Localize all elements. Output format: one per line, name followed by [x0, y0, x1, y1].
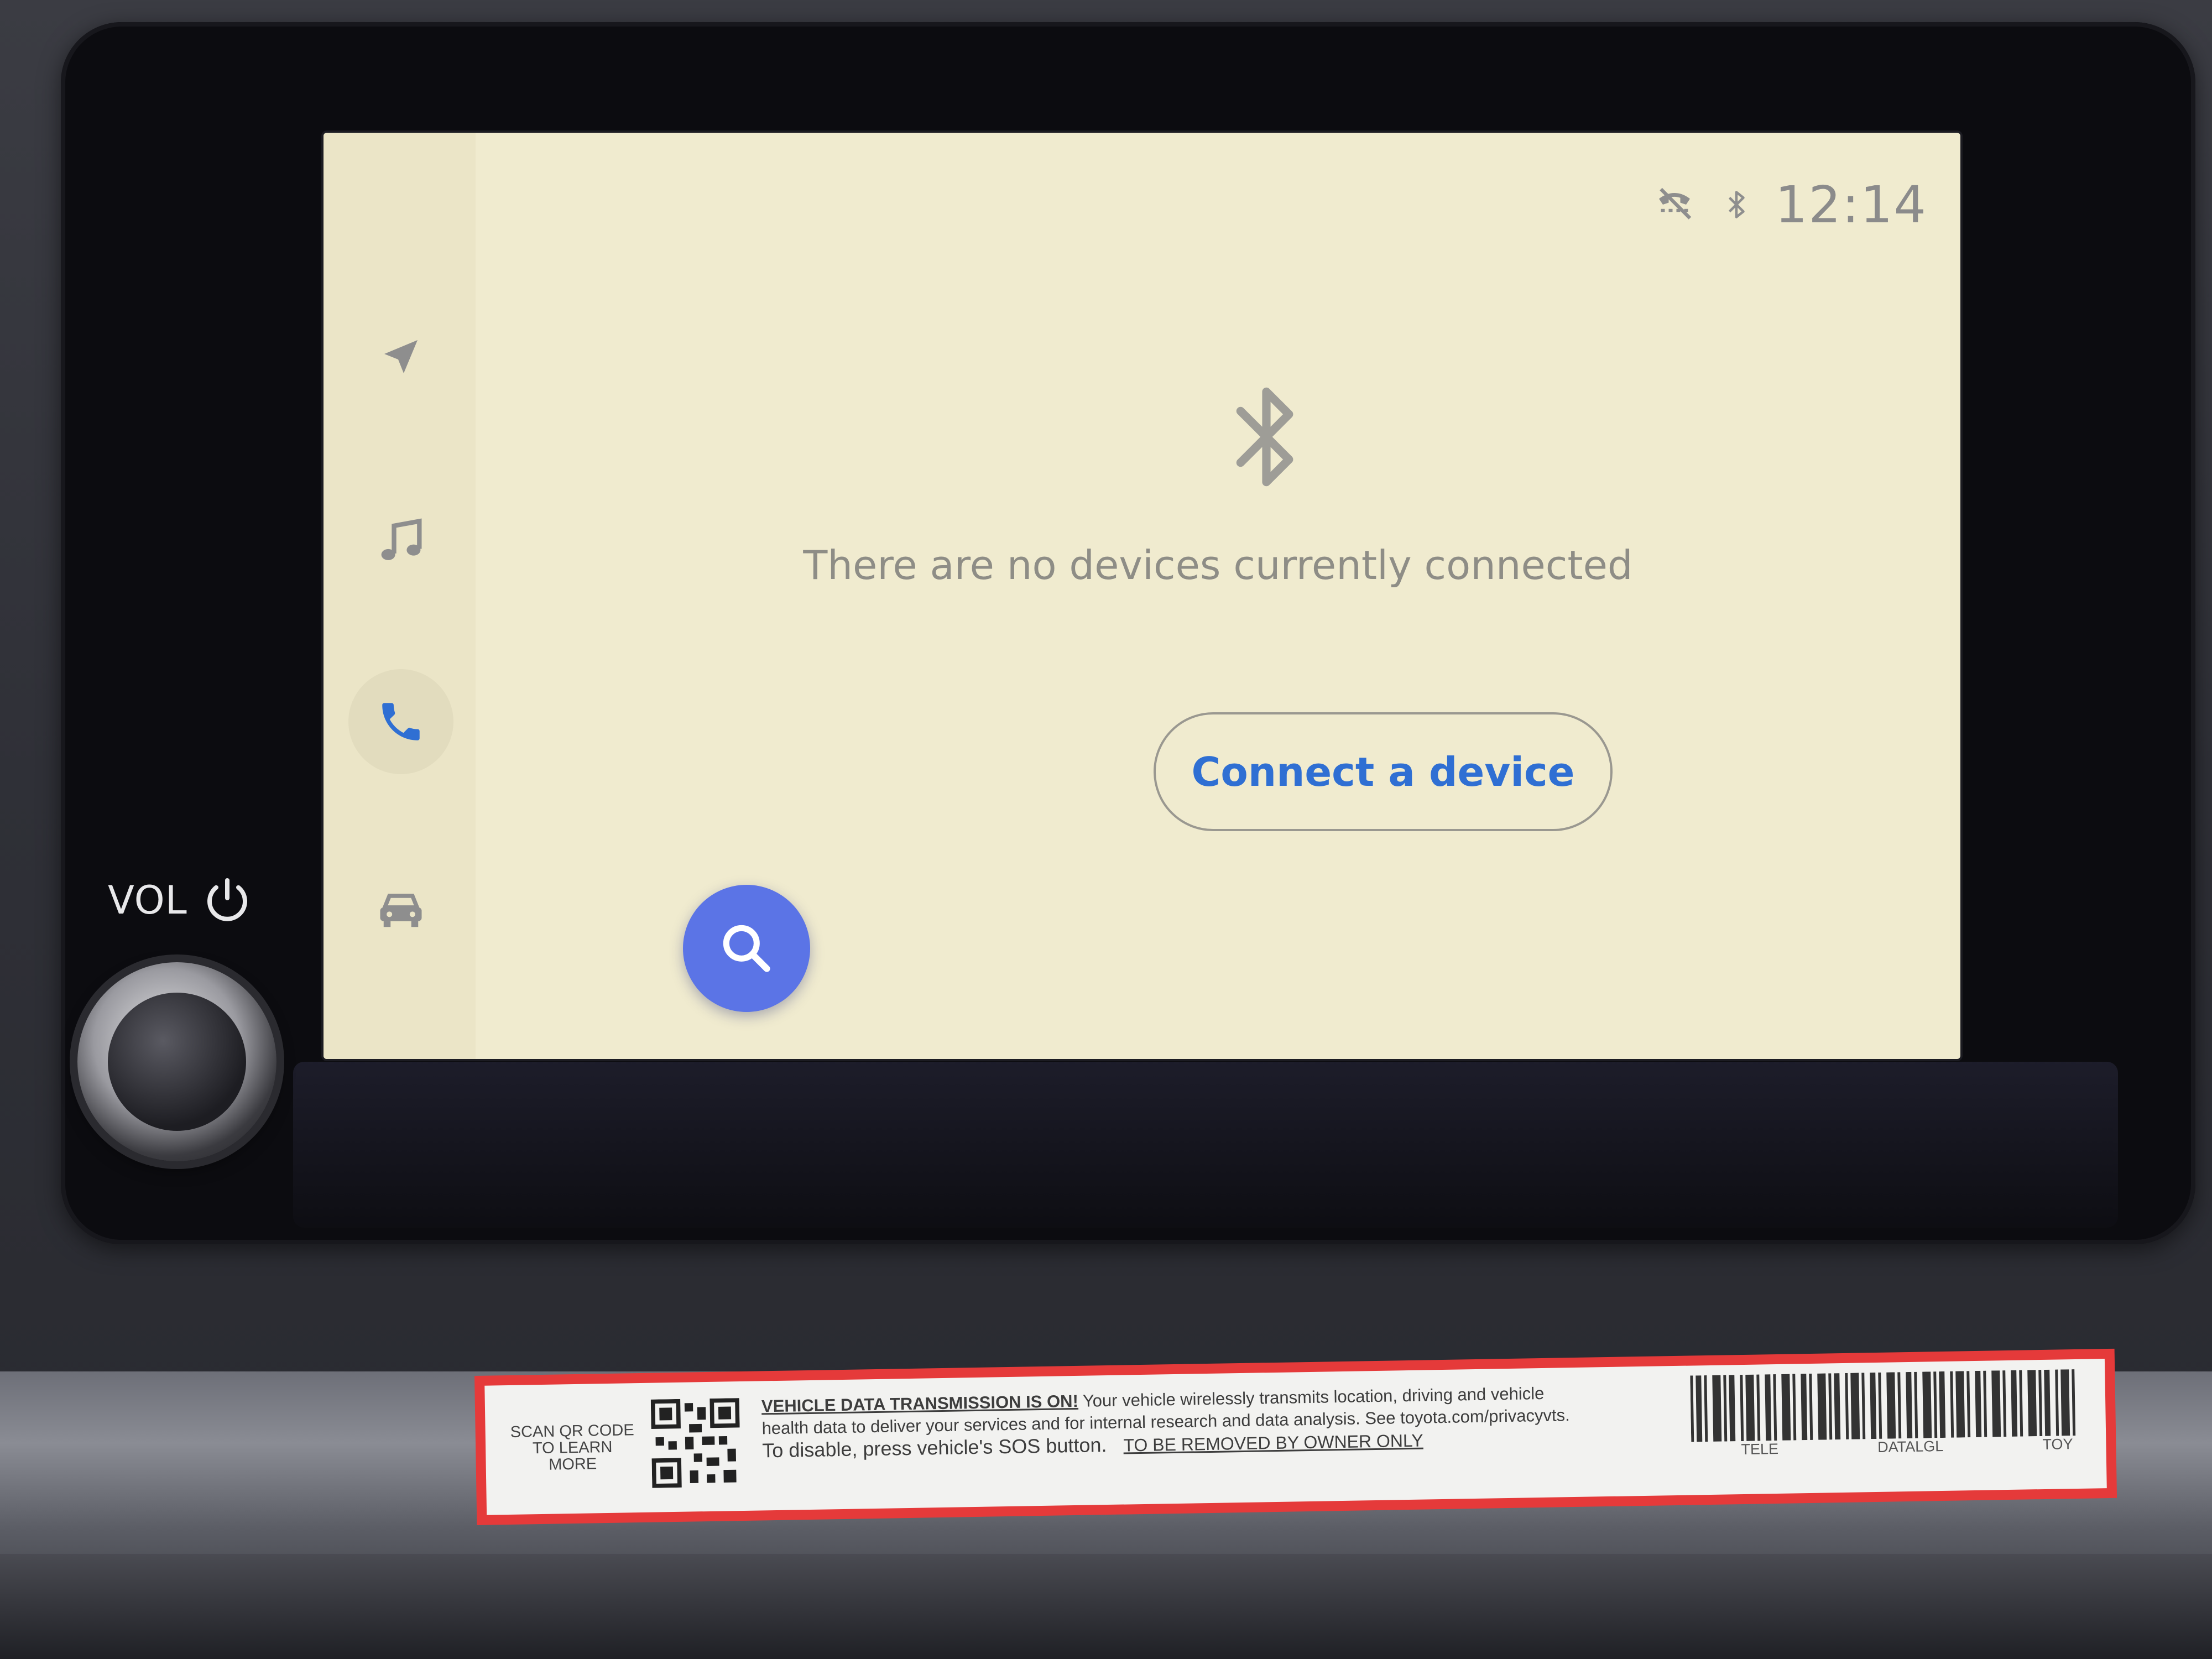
scan-qr-label: SCAN QR CODE TO LEARN MORE	[508, 1421, 636, 1474]
car-icon	[380, 894, 422, 927]
barcode-label-datalgl: DATALGL	[1877, 1437, 1944, 1455]
volume-knob[interactable]	[77, 962, 276, 1161]
scan-line-1: SCAN QR CODE	[510, 1421, 634, 1441]
main-content: There are no devices currently connected…	[476, 133, 1960, 1059]
data-transmission-sticker: SCAN QR CODE TO LEARN MORE VEHICLE DATA …	[474, 1348, 2117, 1525]
sticker-heading: VEHICLE DATA TRANSMISSION IS ON!	[761, 1391, 1079, 1416]
nav-rail	[324, 133, 476, 1059]
phone-icon	[382, 703, 420, 740]
scan-line-2: TO LEARN MORE	[532, 1438, 613, 1474]
qr-code-icon	[650, 1398, 741, 1488]
sticker-body: SCAN QR CODE TO LEARN MORE VEHICLE DATA …	[484, 1359, 2107, 1515]
rail-item-navigation[interactable]	[348, 304, 453, 409]
rail-item-media[interactable]	[348, 489, 453, 594]
rail-item-settings[interactable]	[348, 1042, 453, 1059]
connect-device-button[interactable]: Connect a device	[1154, 712, 1613, 831]
volume-label: VOL	[108, 874, 254, 927]
barcode-label-toy: TOY	[2042, 1436, 2073, 1453]
sticker-removal-text: TO BE REMOVED BY OWNER ONLY	[1123, 1430, 1424, 1455]
search-icon	[723, 925, 770, 972]
rail-item-phone[interactable]	[348, 669, 453, 774]
rail-item-vehicle[interactable]	[348, 857, 453, 962]
dashboard-shadow	[0, 1554, 2212, 1659]
music-note-icon	[381, 518, 422, 560]
search-button[interactable]	[683, 885, 810, 1012]
navigation-arrow-icon	[384, 340, 418, 373]
no-devices-message: There are no devices currently connected	[803, 542, 1633, 588]
infotainment-screen: 12:14 There are no devices currently con…	[324, 133, 1960, 1059]
vol-text: VOL	[108, 878, 187, 923]
barcode-label-tele: TELE	[1741, 1440, 1779, 1458]
bluetooth-icon	[1228, 376, 1305, 500]
sticker-notice: VEHICLE DATA TRANSMISSION IS ON! Your ve…	[761, 1380, 1703, 1462]
power-icon	[207, 878, 247, 921]
bezel-reflection	[293, 1062, 2118, 1228]
barcode-icon	[1690, 1369, 2076, 1442]
